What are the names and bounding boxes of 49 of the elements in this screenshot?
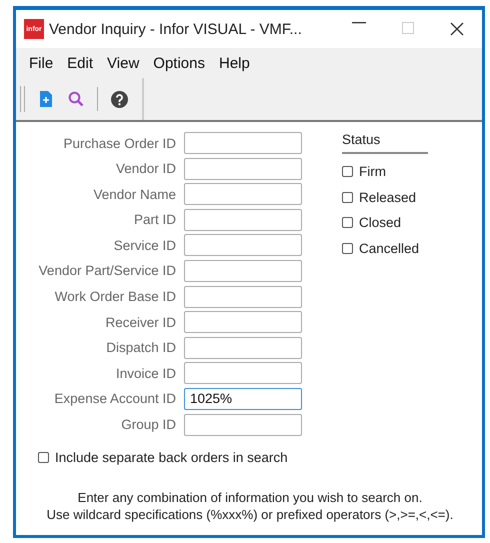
hint-text: Use wildcard specifications (%xxx%) or prefixed operators (>,>=,<,<=).: [46, 506, 454, 523]
menu-item[interactable]: View: [100, 54, 146, 72]
field-label: Invoice ID: [114, 366, 176, 381]
text-field[interactable]: [184, 311, 302, 334]
checkbox[interactable]: [342, 166, 353, 178]
checkbox[interactable]: [342, 243, 353, 254]
status-heading: Status: [342, 132, 428, 154]
field-label: Receiver ID: [104, 314, 176, 330]
close-icon[interactable]: [450, 22, 464, 36]
checkbox-label: Include separate back orders in search: [55, 450, 288, 465]
checkbox[interactable]: [38, 452, 49, 463]
checkbox[interactable]: [342, 192, 353, 203]
text-field[interactable]: 1025%: [184, 388, 302, 410]
checkbox-label: Closed: [359, 215, 402, 230]
checkbox[interactable]: [342, 217, 353, 228]
help-icon[interactable]: [110, 90, 128, 108]
text-field[interactable]: [184, 362, 302, 384]
field-label: Group ID: [120, 417, 176, 432]
text-field[interactable]: [184, 158, 302, 180]
minimize-icon[interactable]: [352, 22, 366, 24]
maximize-icon[interactable]: [402, 22, 414, 34]
field-label: Vendor Name: [92, 186, 176, 202]
window-title: Vendor Inquiry - Infor VISUAL - VMF...: [49, 20, 302, 38]
field-label: Purchase Order ID: [62, 136, 176, 150]
text-field[interactable]: [184, 336, 302, 359]
menu-item[interactable]: Edit: [60, 54, 100, 72]
text-field[interactable]: [184, 414, 302, 436]
field-label: Vendor ID: [114, 161, 176, 176]
new-document-icon[interactable]: [40, 91, 52, 107]
text-field[interactable]: [184, 132, 302, 154]
hint-text: Enter any combination of information you wish to search on.: [76, 488, 424, 506]
search-icon[interactable]: [68, 91, 84, 107]
checkbox-label: Released: [359, 190, 416, 205]
text-field[interactable]: [184, 183, 302, 206]
field-label: Expense Account ID: [53, 391, 176, 406]
menu-item[interactable]: Help: [212, 54, 257, 72]
field-label: Work Order Base ID: [54, 289, 176, 304]
text-field[interactable]: [184, 286, 302, 308]
checkbox-label: Cancelled: [359, 241, 420, 256]
menu-item[interactable]: File: [22, 54, 60, 72]
text-field[interactable]: [184, 234, 302, 256]
text-field[interactable]: [184, 208, 302, 231]
field-label: Part ID: [132, 212, 176, 228]
field-label: Vendor Part/Service ID: [38, 263, 176, 278]
menu-item[interactable]: Options: [146, 54, 212, 72]
text-field[interactable]: [184, 260, 302, 282]
field-label: Service ID: [112, 238, 176, 253]
field-label: Dispatch ID: [105, 340, 176, 356]
checkbox-label: Firm: [359, 164, 386, 180]
